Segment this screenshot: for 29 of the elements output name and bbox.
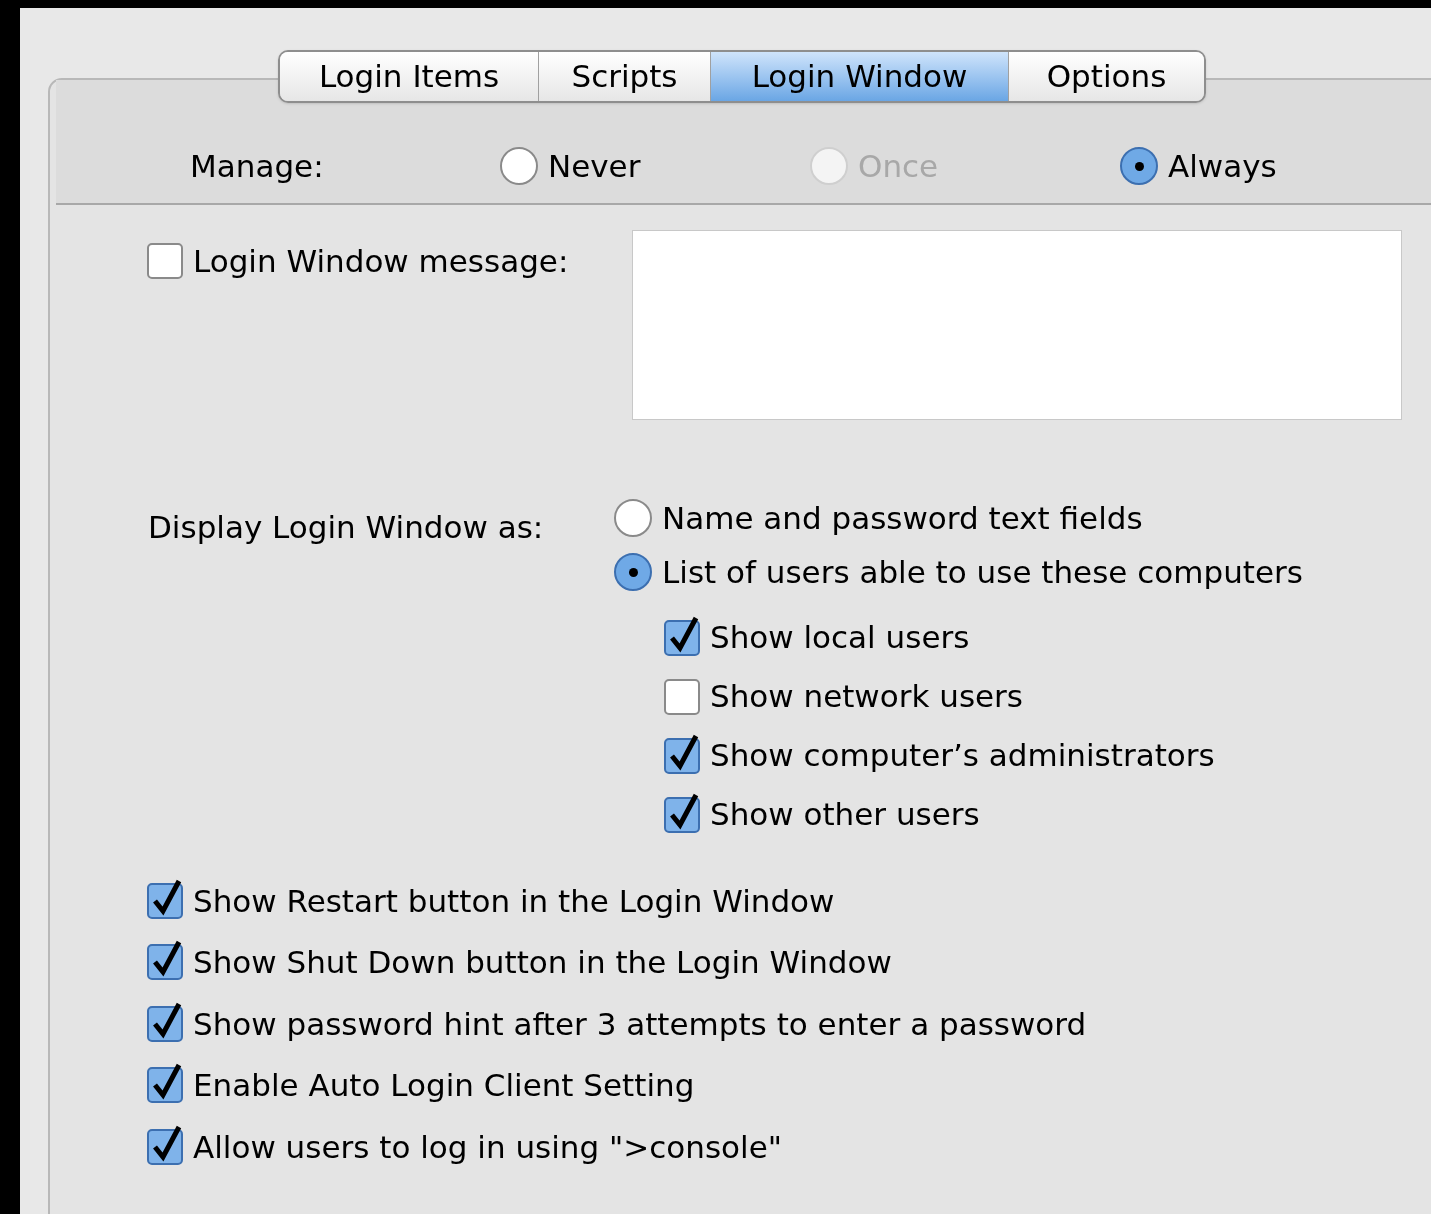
message-field[interactable] [632,230,1402,420]
checkbox[interactable] [147,1128,183,1165]
checkbox-label: Allow users to log in using ">console" [193,1127,782,1167]
checkbox-label: Show other users [710,795,980,835]
tab[interactable]: Options [1008,52,1204,101]
checkbox-label: Show computer’s administrators [710,736,1215,776]
tab[interactable]: Login Items [280,52,538,101]
checkbox[interactable] [147,882,183,919]
tab[interactable]: Login Window [710,52,1008,101]
checkbox-label: Show Restart button in the Login Window [193,881,835,921]
checkbox[interactable] [147,243,183,280]
radio-label: Always [1168,147,1277,186]
checkbox-label: Show network users [710,677,1023,717]
checkbox[interactable] [664,737,700,774]
checkbox[interactable] [664,619,700,656]
checkbox[interactable] [664,678,700,715]
checkbox-label: Show Shut Down button in the Login Window [193,943,892,982]
checkbox[interactable] [664,796,700,833]
checkbox-label: Login Window message: [193,242,569,281]
manage-label: Manage: [190,147,325,186]
display-label: Display Login Window as: [148,508,545,547]
tab[interactable]: Scripts [538,52,710,101]
checkbox-label: Show password hint after 3 attempts to enter a password [193,1004,1087,1044]
radio-label: List of users able to use these computers [662,552,1303,592]
radio-label: Never [548,147,641,186]
radio-label: Name and password text fields [662,498,1143,538]
checkbox-label: Show local users [710,618,970,658]
checkbox[interactable] [147,1005,183,1042]
checkbox-label: Enable Auto Login Client Setting [193,1066,695,1105]
